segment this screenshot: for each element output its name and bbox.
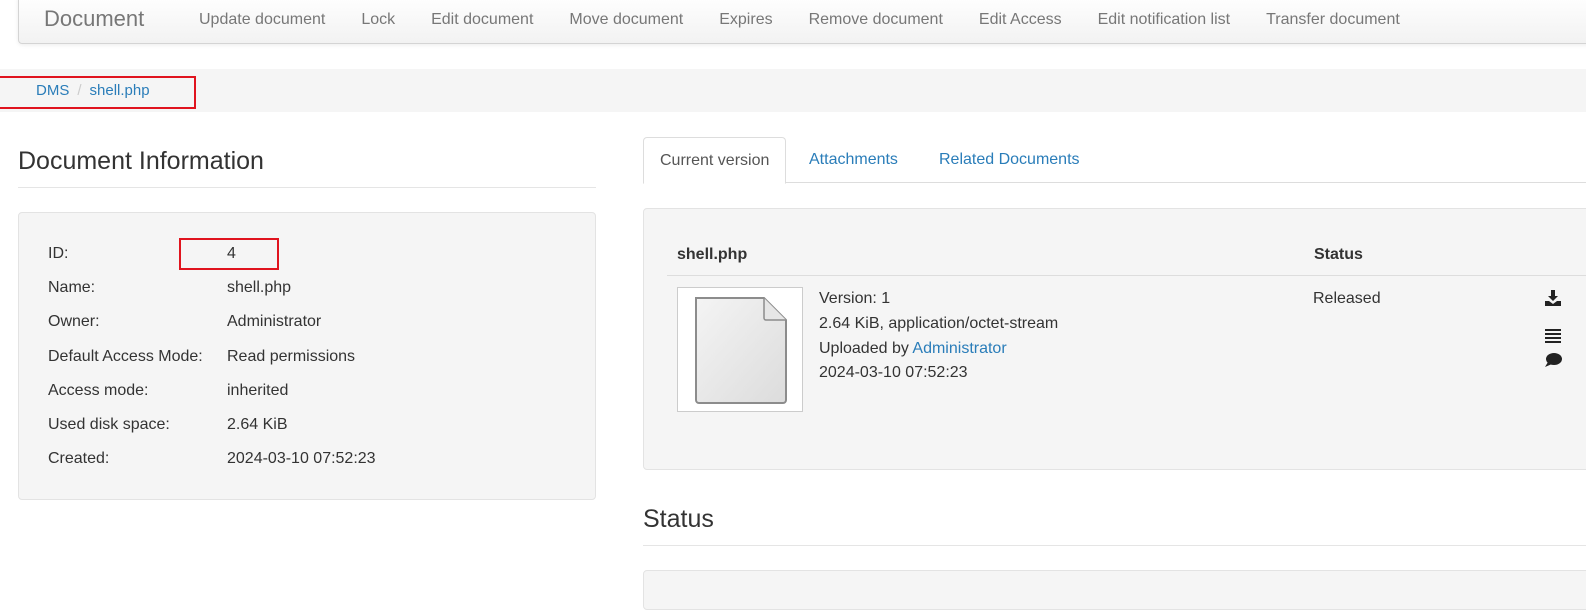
nav-update-document[interactable]: Update document xyxy=(199,11,343,29)
id-highlight-box xyxy=(179,238,279,270)
uploaded-by-label: Uploaded by xyxy=(819,340,909,357)
nav-transfer-document[interactable]: Transfer document xyxy=(1248,11,1418,29)
download-icon[interactable] xyxy=(1544,289,1564,309)
top-navbar: Document Update document Lock Edit docum… xyxy=(18,0,1586,44)
doc-info-panel: ID: 4 Name: shell.php Owner: Administrat… xyxy=(18,212,596,500)
info-value-access-mode: inherited xyxy=(227,382,289,399)
info-value-disk-space: 2.64 KiB xyxy=(227,416,288,433)
info-value-default-access: Read permissions xyxy=(227,348,356,365)
owner-link[interactable]: Administrator xyxy=(227,313,321,331)
status-divider xyxy=(643,545,1586,546)
document-thumbnail[interactable] xyxy=(677,287,803,412)
info-label: Used disk space: xyxy=(48,416,170,433)
info-row-disk-space: Used disk space: 2.64 KiB xyxy=(48,416,287,434)
navbar-menu: Update document Lock Edit document Move … xyxy=(199,11,1418,29)
version-upload-date: 2024-03-10 07:52:23 xyxy=(819,364,968,381)
status-panel xyxy=(643,570,1586,610)
tab-related-documents[interactable]: Related Documents xyxy=(923,137,1096,183)
nav-lock[interactable]: Lock xyxy=(343,11,413,29)
nav-move-document[interactable]: Move document xyxy=(551,11,701,29)
breadcrumb-bar: DMS / shell.php xyxy=(0,69,1586,112)
nav-edit-document[interactable]: Edit document xyxy=(413,11,551,29)
doc-info-title: Document Information xyxy=(18,147,264,175)
info-label: Access mode: xyxy=(48,382,149,399)
info-label: Default Access Mode: xyxy=(48,348,203,365)
info-value-created: 2024-03-10 07:52:23 xyxy=(227,450,376,467)
version-table-header-status: Status xyxy=(1314,246,1363,263)
version-tabs: Current version Attachments Related Docu… xyxy=(643,137,1586,184)
info-label: Owner: xyxy=(48,313,100,330)
tab-attachments[interactable]: Attachments xyxy=(793,137,914,183)
info-label: Name: xyxy=(48,279,96,296)
info-row-default-access: Default Access Mode: Read permissions xyxy=(48,348,355,366)
nav-edit-access[interactable]: Edit Access xyxy=(961,11,1080,29)
list-icon[interactable] xyxy=(1544,327,1564,347)
navbar-brand[interactable]: Document xyxy=(44,6,144,32)
breadcrumb-highlight-box xyxy=(0,76,196,109)
uploader-link[interactable]: Administrator xyxy=(912,340,1006,357)
info-row-name: Name: shell.php xyxy=(48,279,291,297)
info-row-owner: Owner: Administrator xyxy=(48,313,321,331)
version-status: Released xyxy=(1313,290,1381,307)
version-table-header-name: shell.php xyxy=(677,246,748,263)
info-label: Created: xyxy=(48,450,110,467)
file-icon xyxy=(695,297,787,404)
nav-edit-notification-list[interactable]: Edit notification list xyxy=(1080,11,1249,29)
version-uploaded-by: Uploaded by Administrator xyxy=(819,340,1007,358)
nav-remove-document[interactable]: Remove document xyxy=(791,11,961,29)
info-row-created: Created: 2024-03-10 07:52:23 xyxy=(48,450,376,468)
info-value-name: shell.php xyxy=(227,279,292,296)
version-number: Version: 1 xyxy=(819,290,891,307)
current-version-panel: shell.php Status Version: 1 2.64 KiB, ap… xyxy=(643,208,1586,470)
version-size-type: 2.64 KiB, application/octet-stream xyxy=(819,315,1059,332)
comment-icon[interactable] xyxy=(1544,352,1564,372)
version-table-divider xyxy=(667,275,1586,276)
status-section-title: Status xyxy=(643,505,714,533)
doc-info-divider xyxy=(18,187,596,188)
info-row-access-mode: Access mode: inherited xyxy=(48,382,288,400)
nav-expires[interactable]: Expires xyxy=(701,11,790,29)
tab-current-version[interactable]: Current version xyxy=(643,137,787,184)
